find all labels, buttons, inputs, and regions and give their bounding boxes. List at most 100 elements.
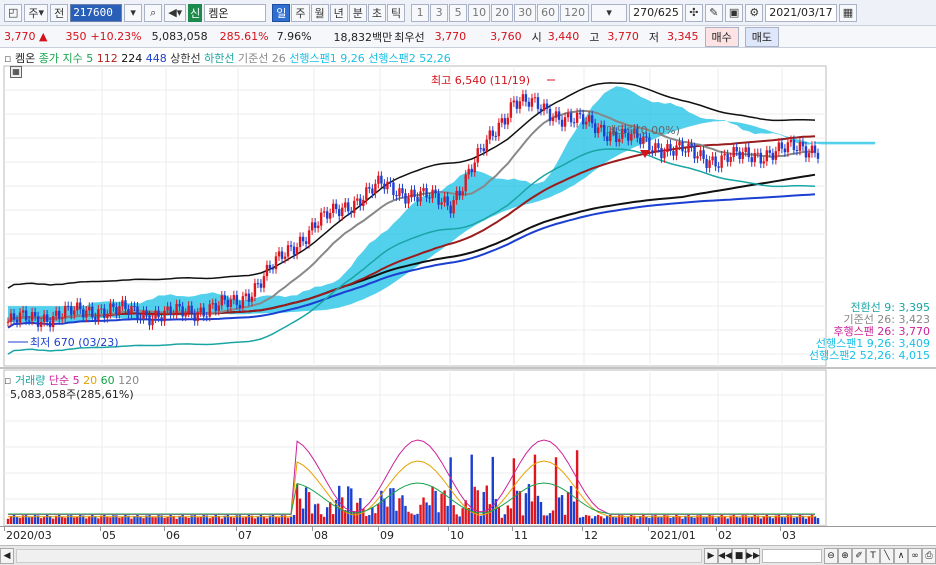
scrollbar[interactable]: ◀ ▶ ◀◀ ■ ▶▶ ⊖ ⊕ ✐ T ╲ ∧ ∞ ⎙: [0, 545, 936, 565]
volume-bar: [606, 515, 609, 524]
candle-body: [606, 136, 609, 142]
grid-icon[interactable]: ▦: [10, 66, 22, 78]
all-button[interactable]: 전: [50, 3, 69, 22]
candle-body: [590, 115, 594, 124]
period-select[interactable]: 주 ▾: [24, 3, 49, 22]
candle-body: [253, 283, 257, 297]
gear-icon[interactable]: ⚙: [745, 3, 764, 22]
zoom-out-icon[interactable]: ⊖: [824, 547, 838, 564]
volume-bar: [410, 513, 413, 524]
scroll-track[interactable]: [16, 548, 702, 563]
zoom-in-icon[interactable]: ⊕: [838, 547, 852, 564]
candle-body: [395, 195, 398, 197]
calendar-icon[interactable]: ▦: [838, 3, 858, 22]
volume-bar: [97, 518, 100, 524]
number-tab-4[interactable]: 20: [491, 3, 514, 22]
number-tab-3[interactable]: 10: [468, 3, 491, 22]
candle-body: [106, 313, 109, 319]
volume-bar: [566, 491, 570, 524]
amount: 18,832백만: [333, 30, 393, 44]
line-tool-icon[interactable]: ╲: [880, 547, 894, 564]
extra-dropdown[interactable]: ▾: [591, 3, 628, 22]
angle-tool-icon[interactable]: ∧: [894, 547, 908, 564]
forward-icon[interactable]: ▶▶: [746, 547, 760, 564]
stop-icon[interactable]: ■: [732, 547, 746, 564]
number-tab-2[interactable]: 5: [449, 3, 468, 22]
rewind-icon[interactable]: ◀◀: [718, 547, 732, 564]
candle-body: [307, 230, 311, 245]
volume-bar: [286, 517, 290, 524]
candle-body: [708, 160, 711, 168]
count-field[interactable]: 270/625: [629, 3, 683, 22]
stock-name-field[interactable]: 켐온: [204, 3, 267, 22]
x-tick: [4, 527, 5, 531]
low-annotation: 최저 670 (03/23): [30, 336, 119, 349]
candle-body: [669, 144, 672, 152]
number-tab-0[interactable]: 1: [411, 3, 430, 22]
candle-body: [181, 306, 184, 317]
date-field[interactable]: 2021/03/17: [765, 3, 837, 22]
volume-bar: [232, 517, 236, 524]
save-icon[interactable]: ▣: [724, 3, 744, 22]
volume-bar: [645, 516, 648, 524]
right-labels: 전환선 9: 3,395 기준선 26: 3,423 후행스팬 26: 3,770 선…: [809, 302, 930, 362]
period-tab-6[interactable]: 틱: [387, 3, 406, 22]
candle-body: [136, 306, 139, 319]
search-icon[interactable]: ⌕: [144, 3, 163, 22]
period-tab-0[interactable]: 일: [272, 3, 291, 22]
volume-bar: [563, 514, 567, 524]
volume-bar: [211, 516, 214, 524]
volume-bar: [383, 498, 386, 524]
x-tick: [236, 527, 237, 531]
candle-body: [762, 161, 765, 164]
volume-bar: [220, 518, 223, 524]
candle-body: [347, 202, 350, 212]
period-tab-5[interactable]: 초: [367, 3, 387, 22]
volume-bar: [747, 517, 750, 524]
number-tab-6[interactable]: 60: [537, 3, 560, 22]
candle-body: [443, 196, 446, 203]
speaker-icon[interactable]: ◀▾: [164, 3, 187, 22]
period-tab-3[interactable]: 년: [329, 3, 348, 22]
candle-body: [741, 152, 744, 160]
code-input[interactable]: 217600: [70, 3, 123, 22]
candle-body: [521, 94, 525, 102]
number-tab-7[interactable]: 120: [560, 3, 590, 22]
draw-tools-icon[interactable]: ✐: [852, 547, 866, 564]
volume-bar: [319, 514, 323, 524]
candle-body: [244, 293, 248, 297]
dropdown-icon[interactable]: ▾: [124, 3, 143, 22]
price-change: 350: [65, 30, 87, 43]
volume-bar: [506, 505, 510, 524]
candle-body: [48, 321, 52, 328]
text-tool-icon[interactable]: T: [866, 547, 880, 564]
scroll-right-icon[interactable]: ▶: [704, 547, 718, 564]
volume-bar: [307, 492, 311, 524]
period-tab-2[interactable]: 월: [310, 3, 329, 22]
number-tab-1[interactable]: 3: [430, 3, 449, 22]
price-chart[interactable]: 최고 6,540 (11/19) 최저 670 (03/23) 데드락(0.00%): [0, 48, 936, 528]
number-tab-5[interactable]: 30: [514, 3, 537, 22]
scroll-left-icon[interactable]: ◀: [0, 547, 14, 564]
volume-bar: [356, 502, 359, 524]
volume-bar: [15, 516, 19, 524]
buy-button[interactable]: 매수: [704, 26, 739, 47]
volume-bar: [425, 502, 428, 524]
link-icon[interactable]: ∞: [908, 547, 922, 564]
candle-body: [157, 310, 160, 318]
speed-slider[interactable]: [762, 548, 822, 563]
print-icon[interactable]: ⎙: [922, 547, 936, 564]
candle-body: [365, 187, 368, 200]
period-tab-4[interactable]: 분: [348, 3, 367, 22]
indicator-icon[interactable]: ✣: [684, 3, 703, 22]
candle-body: [389, 181, 392, 183]
candle-body: [687, 143, 690, 153]
candle-body: [54, 310, 58, 317]
sell-button[interactable]: 매도: [744, 26, 780, 47]
candle-body: [798, 142, 802, 151]
candle-body: [654, 143, 657, 152]
window-icon[interactable]: ◰: [4, 3, 23, 22]
period-tab-1[interactable]: 주: [291, 3, 310, 22]
volume-bar: [735, 516, 738, 524]
edit-icon[interactable]: ✎: [704, 3, 723, 22]
